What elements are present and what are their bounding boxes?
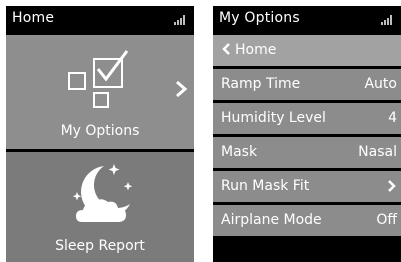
tile-label: Sleep Report <box>55 238 145 254</box>
row-label: Humidity Level <box>221 110 326 126</box>
row-label: Airplane Mode <box>221 212 322 228</box>
airplane-mode-row[interactable]: Airplane Mode Off <box>213 205 401 236</box>
my-options-screen: My Options Home Ramp Time Auto Humidity … <box>213 6 401 262</box>
my-options-tile[interactable]: My Options <box>6 35 194 149</box>
row-label: Run Mask Fit <box>221 178 310 194</box>
signal-icon <box>381 15 393 25</box>
row-label: Mask <box>221 144 258 160</box>
signal-icon <box>174 15 186 25</box>
screen-title: Home <box>12 10 55 26</box>
mask-row[interactable]: Mask Nasal <box>213 137 401 168</box>
chevron-right-icon <box>388 180 396 192</box>
row-value: Auto <box>364 76 397 92</box>
back-label: Home <box>235 42 277 58</box>
chevron-left-icon <box>222 43 230 55</box>
ramp-time-row[interactable]: Ramp Time Auto <box>213 69 401 100</box>
chevron-right-icon[interactable] <box>174 79 188 99</box>
row-value: Nasal <box>358 144 397 160</box>
status-bar: My Options <box>213 6 401 32</box>
moon-cloud-icon <box>72 164 133 222</box>
screen-title: My Options <box>219 10 300 26</box>
row-value: 4 <box>388 110 397 126</box>
row-label: Ramp Time <box>221 76 301 92</box>
run-mask-fit-row[interactable]: Run Mask Fit <box>213 171 401 202</box>
status-bar: Home <box>6 6 194 32</box>
tile-label: My Options <box>60 123 140 139</box>
row-value: Off <box>376 212 397 228</box>
home-screen: Home My Options Sleep Report <box>6 6 194 262</box>
back-home-row[interactable]: Home <box>213 35 401 66</box>
checklist-icon <box>68 50 129 108</box>
back-row-label: Home <box>221 42 276 58</box>
sleep-report-tile[interactable]: Sleep Report <box>6 152 194 262</box>
humidity-level-row[interactable]: Humidity Level 4 <box>213 103 401 134</box>
